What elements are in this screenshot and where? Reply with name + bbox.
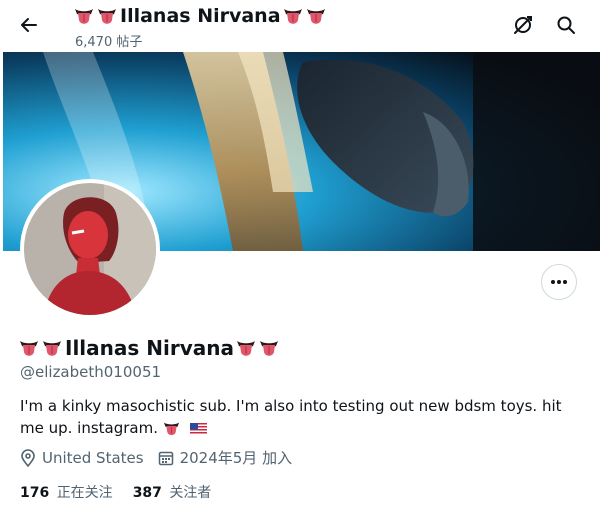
location-pin-icon — [21, 448, 35, 467]
tongue-emoji-icon — [163, 420, 180, 437]
following-count: 176 — [20, 485, 50, 501]
follow-stats: 176 正在关注 387 关注者 — [20, 482, 231, 502]
back-button[interactable] — [12, 8, 46, 42]
tongue-emoji-icon — [42, 338, 62, 358]
tongue-emoji-icon — [259, 338, 279, 358]
profile-bio: I'm a kinky masochistic sub. I'm also in… — [20, 395, 580, 439]
profile-meta: United States 2024年5月 加入 — [20, 447, 306, 468]
grok-button[interactable] — [508, 10, 538, 40]
display-name: Illanas Nirvana — [19, 336, 282, 360]
joined-text: 2024年5月 加入 — [179, 449, 293, 467]
followers-count: 387 — [132, 485, 162, 501]
location-text: United States — [42, 448, 144, 467]
following-link[interactable]: 176 正在关注 — [20, 482, 113, 502]
tongue-emoji-icon — [236, 338, 256, 358]
followers-label: 关注者 — [169, 485, 212, 501]
tongue-emoji-icon — [19, 338, 39, 358]
search-icon — [557, 16, 575, 34]
avatar[interactable] — [20, 179, 160, 319]
top-bar: Illanas Nirvana 6,470 帖子 — [0, 0, 603, 52]
tongue-emoji-icon — [306, 6, 326, 26]
tongue-emoji-icon — [97, 6, 117, 26]
joined-item: 2024年5月 加入 — [158, 447, 293, 468]
header-name: Illanas Nirvana — [120, 5, 281, 27]
tongue-emoji-icon — [74, 6, 94, 26]
header-title: Illanas Nirvana — [74, 5, 329, 27]
display-name-text: Illanas Nirvana — [65, 336, 234, 360]
followers-link[interactable]: 387 关注者 — [133, 482, 212, 502]
bio-text: I'm a kinky masochistic sub. I'm also in… — [20, 397, 562, 437]
user-handle: @elizabeth010051 — [20, 363, 162, 381]
more-horizontal-icon — [551, 280, 567, 284]
location-item: United States — [20, 449, 144, 467]
arrow-left-icon — [21, 18, 37, 32]
more-options-button[interactable] — [541, 264, 577, 300]
tongue-emoji-icon — [283, 6, 303, 26]
following-label: 正在关注 — [56, 485, 113, 501]
us-flag-icon — [189, 422, 207, 435]
search-button[interactable] — [551, 10, 581, 40]
grok-icon — [514, 16, 532, 34]
calendar-icon — [158, 451, 173, 465]
post-count: 6,470 帖子 — [75, 35, 143, 50]
